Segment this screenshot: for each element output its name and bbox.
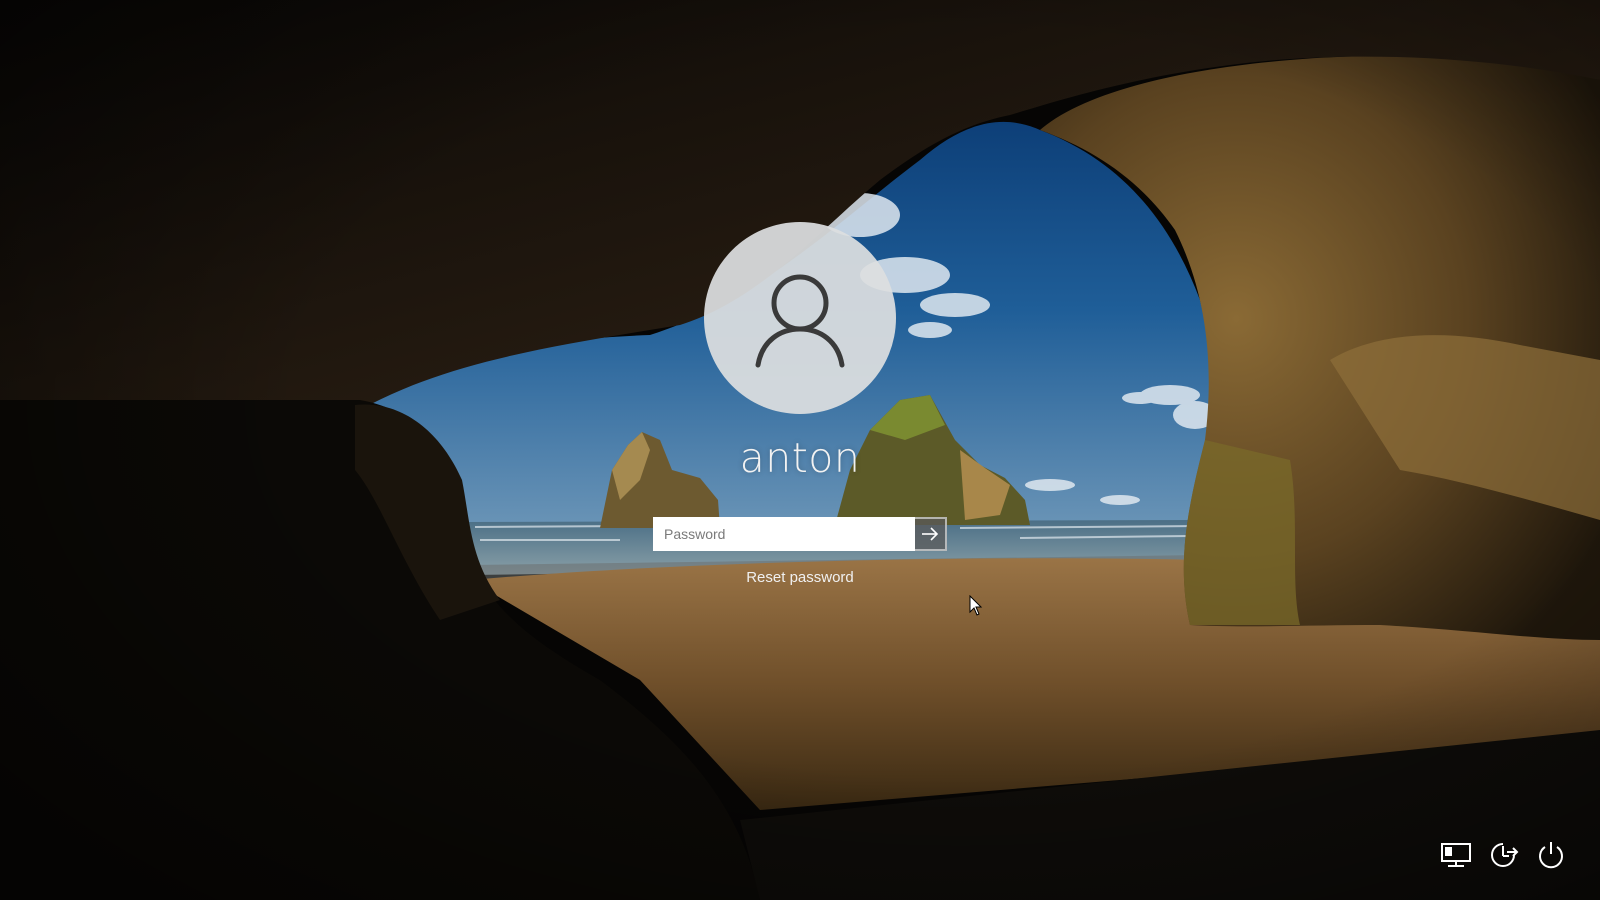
password-field-group xyxy=(653,517,947,551)
submit-button[interactable] xyxy=(915,517,947,551)
ease-of-access-button[interactable] xyxy=(1481,833,1525,877)
reset-password-link[interactable]: Reset password xyxy=(700,568,900,588)
network-icon xyxy=(1441,843,1471,867)
lock-screen: anton Reset password xyxy=(0,0,1600,900)
power-icon xyxy=(1539,842,1563,869)
person-icon xyxy=(755,274,845,368)
ease-of-access-icon xyxy=(1491,843,1519,867)
arrow-right-icon xyxy=(922,527,939,541)
network-button[interactable] xyxy=(1434,833,1478,877)
password-input[interactable] xyxy=(653,517,915,551)
user-name: anton xyxy=(739,434,861,482)
power-button[interactable] xyxy=(1529,833,1573,877)
user-avatar xyxy=(704,222,896,414)
